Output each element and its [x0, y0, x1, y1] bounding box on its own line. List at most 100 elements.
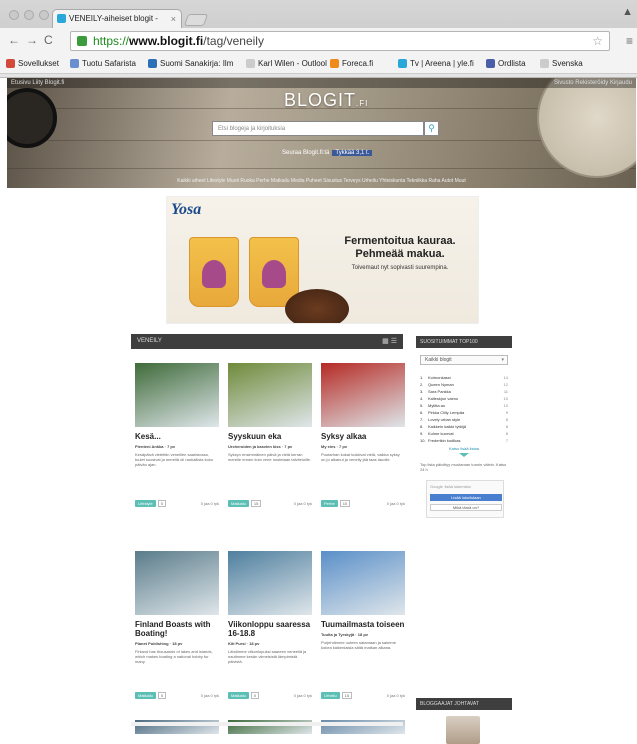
top100-item[interactable]: 7. Lovely urban style 8 — [420, 416, 508, 423]
post-title[interactable]: Kesä... — [135, 432, 219, 441]
grid-list-icon[interactable]: ▦ ☰ — [382, 334, 397, 349]
zoom-window-button[interactable] — [39, 10, 49, 20]
blog-name: Kulme kuorvat — [428, 431, 454, 436]
post-category-tag[interactable]: Matkailu — [228, 691, 249, 699]
like-count: 10 — [503, 396, 508, 401]
top100-note: Top lista päivittyy muutaman tunnin väle… — [420, 462, 507, 472]
post-author[interactable]: Planet Publishing · 18 pv — [135, 641, 219, 646]
post-photo[interactable] — [228, 551, 312, 615]
bookmark-item[interactable]: Sovellukset — [6, 59, 59, 68]
avatar[interactable] — [446, 716, 480, 744]
ad-headline: Fermentoitua kauraa. Pehmeää makua. — [325, 235, 475, 261]
top100-item[interactable]: 1. Kolmonkassi 14 — [420, 374, 508, 381]
post-excerpt: Kesäpäivä vietettiin veneillen saaristos… — [135, 452, 214, 467]
bookmark-item[interactable]: Suomi Sanakirja: Ilm — [148, 59, 233, 68]
new-tab-button[interactable] — [183, 14, 209, 26]
post-card[interactable]: Tuumailmasta toiseen Tuulta ja Tyrskyjä ·… — [321, 551, 405, 699]
comment-count[interactable]: 15 — [341, 691, 353, 699]
top100-item[interactable]: 10. Frederikin kodikas 7 — [420, 437, 508, 444]
top100-item[interactable]: 5. Mylitta ao 10 — [420, 402, 508, 409]
facebook-like-button[interactable]: Tykkää 3,1 t. — [332, 150, 373, 156]
bookmark-item[interactable]: Tv | Areena | yle.fi — [398, 59, 474, 68]
post-author[interactable]: Pienteni Ankka · 7 pv — [135, 444, 219, 449]
share-counts[interactable]: 0 jaa 0 tyk — [294, 501, 312, 506]
post-excerpt: Purjehdimme uuteen satamaan ja saimme ko… — [321, 640, 396, 650]
share-counts[interactable]: 0 jaa 0 tyk — [387, 501, 405, 506]
search-icon[interactable]: ⚲ — [424, 121, 439, 136]
back-icon[interactable]: ← — [8, 34, 20, 46]
post-author[interactable]: Urcheroiden ja kasvien kiss · 7 pv — [228, 444, 312, 449]
bookmark-item[interactable]: Foreca.fi — [330, 59, 373, 68]
site-logo[interactable]: BLOGIT.FI — [284, 90, 368, 111]
tab-close-icon[interactable]: × — [171, 10, 176, 28]
post-card[interactable]: Syksy alkaa My eies · 7 pv Puutarhan kukat… — [321, 363, 405, 511]
post-photo[interactable] — [228, 363, 312, 427]
top100-item[interactable]: 4. Kalleskjon vaimo 10 — [420, 395, 508, 402]
category-nav[interactable]: Kaikki aiheet Lifestyle Muoti Ruoka Perh… — [7, 178, 636, 184]
post-card[interactable]: Finland Boasts with Boating! Planet Publi… — [135, 551, 219, 699]
forward-icon[interactable]: → — [26, 34, 38, 46]
post-category-tag[interactable]: Urheilu — [321, 691, 340, 699]
top100-item[interactable]: 6. Pirkka Clilly Lempäa 9 — [420, 409, 508, 416]
top100-item[interactable]: 2. Queen Nyman 12 — [420, 381, 508, 388]
post-photo[interactable] — [135, 363, 219, 427]
share-counts[interactable]: 0 jaa 0 tyk — [201, 693, 219, 698]
topbar-right-links[interactable]: Sivusto Rekisteröidy Kirjaudu — [554, 78, 632, 88]
blog-name: Lovely urban style — [428, 417, 461, 422]
comment-count[interactable]: 15 — [250, 499, 262, 507]
bookmark-item[interactable]: Karl Wilen - Outlool — [246, 59, 327, 68]
top100-item[interactable]: 3. Sara Pankka 11 — [420, 388, 508, 395]
close-window-button[interactable] — [9, 10, 19, 20]
bookmark-item[interactable]: Tuotu Safarista — [70, 59, 136, 68]
post-card[interactable]: Syyskuun eka Urcheroiden ja kasvien kiss … — [228, 363, 312, 511]
post-title[interactable]: Tuumailmasta toiseen — [321, 620, 405, 629]
post-category-tag[interactable]: Perhe — [321, 499, 338, 507]
comment-count[interactable]: 0 — [157, 499, 166, 507]
post-footer: Perhe 10 0 jaa 0 tyk — [321, 499, 405, 507]
address-bar[interactable]: https://www.blogit.fi/tag/veneily ☆ — [70, 31, 610, 51]
share-counts[interactable]: 0 jaa 0 tyk — [387, 693, 405, 698]
more-link[interactable]: Katso lisää listaa — [416, 446, 512, 451]
bookmark-item[interactable]: Ordlista — [486, 59, 526, 68]
add-to-reading-list-button[interactable]: Lisää lukulistaan — [430, 494, 502, 501]
advertisement-banner[interactable]: Yosa Fermentoitua kauraa. Pehmeää makua.… — [166, 196, 479, 324]
post-photo[interactable] — [135, 551, 219, 615]
post-category-tag[interactable]: Lifestyle — [135, 499, 156, 507]
topbar-left-links[interactable]: Etusivu Liity Blogit.fi — [11, 78, 64, 88]
post-title[interactable]: Finland Boasts with Boating! — [135, 620, 219, 638]
post-card[interactable]: Kesä... Pienteni Ankka · 7 pv Kesäpäivä vi… — [135, 363, 219, 511]
post-title[interactable]: Syyskuun eka — [228, 432, 312, 441]
bookmark-item[interactable]: Svenska — [540, 59, 583, 68]
comment-count[interactable]: 10 — [339, 499, 351, 507]
post-card[interactable]: Viikonloppu saaressa 16-18.8 Kiti Pursi ·… — [228, 551, 312, 699]
post-title[interactable]: Viikonloppu saaressa 16-18.8 — [228, 620, 312, 638]
post-photo[interactable] — [321, 551, 405, 615]
blog-filter-select[interactable]: Kaikki blogit ▾ — [420, 355, 508, 365]
post-photo[interactable] — [321, 363, 405, 427]
chevron-down-icon[interactable] — [459, 453, 469, 457]
active-tab[interactable]: VENEILY-aiheiset blogit - × — [52, 9, 182, 28]
logo-suffix: .FI — [356, 99, 369, 108]
what-is-this-button[interactable]: Mikä tämä on? — [430, 504, 502, 511]
post-author[interactable]: My eies · 7 pv — [321, 444, 405, 449]
comment-count[interactable]: 0 — [157, 691, 167, 699]
minimize-window-button[interactable] — [24, 10, 34, 20]
post-title[interactable]: Syksy alkaa — [321, 432, 405, 441]
post-author[interactable]: Kiti Pursi · 18 pv — [228, 641, 312, 646]
share-counts[interactable]: 0 jaa 0 tyk — [201, 501, 219, 506]
top100-item[interactable]: 9. Kulme kuorvat 8 — [420, 430, 508, 437]
site-search-input[interactable]: Etsi blogeja ja kirjoituksia — [212, 121, 424, 136]
post-category-tag[interactable]: Matkailu — [135, 691, 156, 699]
like-count: 8 — [505, 424, 508, 429]
share-counts[interactable]: 0 jaa 0 tyk — [294, 693, 312, 698]
post-author[interactable]: Tuulta ja Tyrskyjä · 18 pv — [321, 632, 405, 637]
bookmark-label: Tuotu Safarista — [82, 59, 136, 68]
like-count: 10 — [503, 403, 508, 408]
comment-count[interactable]: 0 — [250, 691, 260, 699]
reload-icon[interactable]: C — [44, 34, 53, 46]
user-profile-icon[interactable]: ▲ — [622, 6, 633, 18]
menu-icon[interactable]: ≡ — [626, 34, 633, 48]
post-category-tag[interactable]: Matkailu — [228, 499, 249, 507]
bookmark-star-icon[interactable]: ☆ — [592, 32, 603, 50]
top100-item[interactable]: 8. Kaikkein kaikki tyttöjä 8 — [420, 423, 508, 430]
